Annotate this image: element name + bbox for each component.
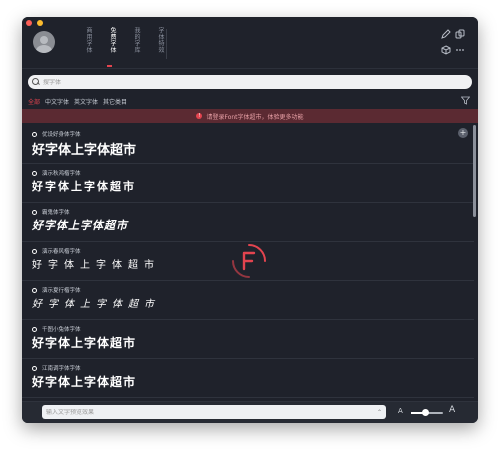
close-window-button[interactable] — [26, 20, 32, 26]
list-item[interactable]: 千图小兔体字体 好字体上字体超市 — [22, 320, 474, 359]
radio-icon — [32, 131, 37, 137]
radio-icon — [32, 326, 37, 332]
font-size-slider[interactable] — [411, 409, 443, 416]
font-sample: 好字体上字体超市 — [32, 143, 137, 158]
radio-icon — [32, 287, 37, 293]
list-item[interactable]: 霸鬼体字体 好字体上字体超市 — [22, 203, 474, 242]
avatar[interactable] — [33, 31, 55, 53]
size-increase-label[interactable]: A — [449, 405, 455, 415]
app-window: 商用字体 免费字体 我的字库 字体特效 全部 中文字体 英文字体 — [22, 17, 478, 423]
tab-commercial-fonts[interactable]: 商用字体 — [80, 27, 92, 61]
banner-text: 请登录Font字体超市，体验更多功能 — [206, 113, 304, 121]
tab-free-fonts[interactable]: 免费字体 — [104, 27, 116, 67]
more-icon[interactable] — [454, 45, 466, 57]
font-name-row: 江南调字体字体 — [32, 364, 81, 372]
font-sample: 好字体上字体超市 — [32, 336, 137, 350]
list-item[interactable]: 优设好身体字体 好字体上字体超市 + — [22, 125, 474, 164]
pen-icon[interactable] — [440, 29, 452, 41]
alert-icon: ! — [196, 113, 203, 119]
font-name-row: 优设好身体字体 — [32, 130, 81, 138]
preview-text-input[interactable] — [46, 408, 377, 416]
font-sample: 好字体上字体超市 — [32, 261, 160, 272]
preview-text-field: ⌃ — [42, 405, 386, 419]
search-bar — [28, 75, 472, 89]
font-name-row: 演示夏行楷字体 — [32, 286, 81, 294]
font-name-row: 霸鬼体字体 — [32, 208, 70, 216]
font-name: 优设好身体字体 — [42, 132, 81, 138]
font-name-row: 演示春风楷字体 — [32, 247, 81, 255]
radio-icon — [32, 209, 37, 215]
search-icon — [32, 78, 40, 86]
size-decrease-label[interactable]: A — [398, 407, 403, 415]
radio-icon — [32, 365, 37, 371]
slider-knob[interactable] — [422, 409, 430, 416]
font-sample: 好字体上字体超市 — [32, 180, 136, 193]
list-scrollbar[interactable] — [473, 125, 476, 217]
list-item[interactable]: 演示秋鸿楷字体 好字体上字体超市 — [22, 164, 474, 203]
font-name: 江南调字体字体 — [42, 366, 81, 372]
font-name: 演示夏行楷字体 — [42, 288, 81, 294]
title-bar: 商用字体 免费字体 我的字库 字体特效 — [22, 17, 478, 69]
window-controls — [26, 20, 43, 26]
main-tabs: 商用字体 免费字体 我的字库 字体特效 — [80, 27, 164, 67]
filter-all[interactable]: 全部 — [28, 97, 40, 106]
bottom-bar: ⌃ A A — [22, 401, 478, 423]
category-filters: 全部 中文字体 英文字体 其它类目 — [28, 97, 127, 106]
add-font-icon[interactable]: + — [458, 128, 468, 138]
font-sample: 好字体上字体超市 — [32, 375, 137, 389]
font-name: 演示秋鸿楷字体 — [42, 171, 81, 177]
radio-icon — [32, 170, 37, 176]
copy-icon[interactable] — [454, 29, 466, 41]
font-sample: 好字体上字体超市 — [32, 299, 160, 310]
loading-spinner-icon — [229, 241, 269, 281]
font-sample: 好字体上字体超市 — [32, 219, 128, 232]
login-banner[interactable]: ! 请登录Font字体超市，体验更多功能 — [22, 109, 478, 123]
search-input[interactable] — [43, 78, 443, 86]
tab-divider — [166, 29, 167, 59]
font-name-row: 演示秋鸿楷字体 — [32, 169, 81, 177]
toolbar-icons — [440, 29, 468, 57]
font-name-row: 千图小兔体字体 — [32, 325, 81, 333]
minimize-window-button[interactable] — [37, 20, 43, 26]
list-item[interactable]: 演示夏行楷字体 好字体上字体超市 — [22, 281, 474, 320]
font-name: 霸鬼体字体 — [42, 210, 70, 216]
filter-chinese[interactable]: 中文字体 — [45, 97, 69, 106]
filter-other[interactable]: 其它类目 — [103, 97, 127, 106]
tab-my-fonts[interactable]: 我的字库 — [128, 27, 140, 61]
font-name: 千图小兔体字体 — [42, 327, 81, 333]
filter-funnel-icon[interactable] — [460, 96, 471, 105]
cube-icon[interactable] — [440, 45, 452, 57]
font-name: 演示春风楷字体 — [42, 249, 81, 255]
tab-font-effects[interactable]: 字体特效 — [152, 27, 164, 61]
chevron-up-icon[interactable]: ⌃ — [377, 409, 382, 416]
list-item[interactable]: 江南调字体字体 好字体上字体超市 — [22, 359, 474, 398]
radio-icon — [32, 248, 37, 254]
filter-english[interactable]: 英文字体 — [74, 97, 98, 106]
